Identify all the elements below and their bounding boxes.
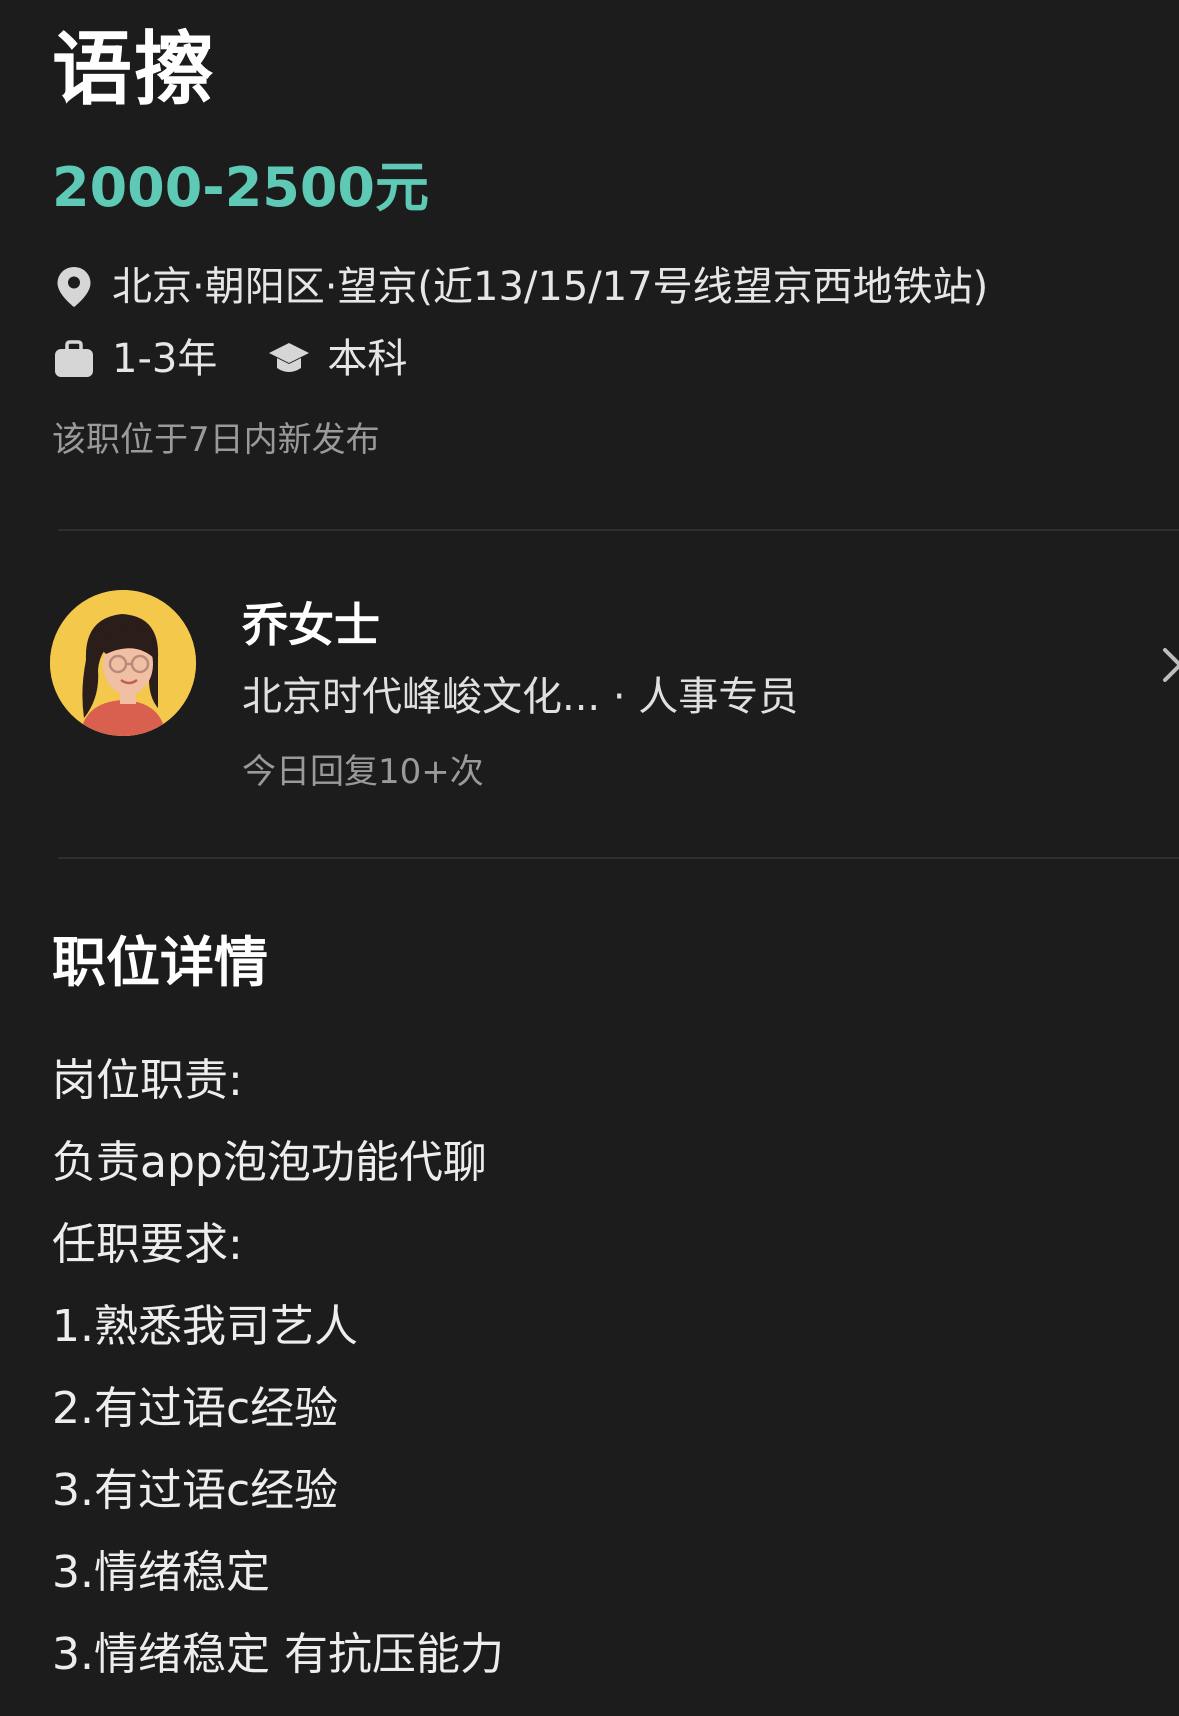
posted-note: 该职位于7日内新发布	[52, 420, 380, 460]
description-line: 1.熟悉我司艺人	[52, 1301, 358, 1352]
recruiter-name: 乔女士	[242, 598, 380, 652]
briefcase-icon	[52, 337, 96, 381]
location-pin-icon	[52, 265, 96, 309]
salary-range: 2000-2500元	[52, 156, 429, 219]
graduation-cap-icon	[267, 337, 311, 381]
description-line: 2.有过语c经验	[52, 1383, 339, 1434]
chevron-right-icon[interactable]	[1160, 640, 1179, 690]
job-detail-page: 语擦 2000-2500元 北京·朝阳区·望京(近13/15/17号线望京西地铁…	[0, 0, 1179, 1716]
divider	[58, 857, 1179, 859]
recruiter-company-role: 北京时代峰峻文化... · 人事专员	[242, 674, 799, 720]
job-description: 岗位职责: 负责app泡泡功能代聊 任职要求: 1.熟悉我司艺人 2.有过语c经…	[52, 1040, 504, 1696]
location-row[interactable]: 北京·朝阳区·望京(近13/15/17号线望京西地铁站)	[52, 262, 988, 312]
description-line: 岗位职责:	[52, 1055, 243, 1106]
job-title: 语擦	[52, 23, 216, 116]
description-line: 负责app泡泡功能代聊	[52, 1137, 487, 1188]
divider	[58, 529, 1179, 531]
avatar[interactable]	[50, 590, 196, 736]
description-line: 3.情绪稳定 有抗压能力	[52, 1629, 504, 1680]
description-line: 3.有过语c经验	[52, 1465, 339, 1516]
location-text: 北京·朝阳区·望京(近13/15/17号线望京西地铁站)	[112, 264, 989, 310]
recruiter-activity: 今日回复10+次	[242, 752, 484, 792]
description-line: 3.情绪稳定	[52, 1547, 270, 1598]
description-line: 任职要求:	[52, 1219, 243, 1270]
section-title: 职位详情	[52, 931, 268, 994]
education-text: 本科	[327, 336, 408, 382]
recruiter-card[interactable]: 乔女士 北京时代峰峻文化... · 人事专员 今日回复10+次	[0, 580, 1179, 800]
requirements-row: 1-3年 本科	[52, 334, 407, 384]
experience-text: 1-3年	[112, 336, 218, 382]
